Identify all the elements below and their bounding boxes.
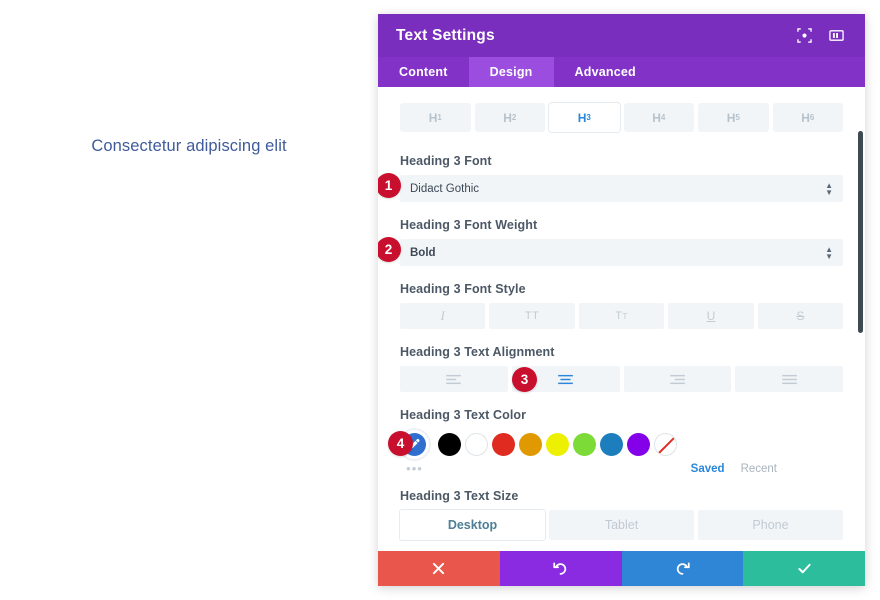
cancel-button[interactable]	[378, 551, 500, 586]
heading-level-h4-sub: 4	[660, 113, 666, 122]
heading-font-weight-select[interactable]: Bold ▲ ▼	[400, 239, 843, 266]
step-badge-4: 4	[388, 431, 413, 456]
undo-button[interactable]	[499, 551, 622, 586]
panel-header: Text Settings	[378, 14, 865, 57]
device-tabs: Desktop Tablet Phone	[400, 510, 843, 540]
swatch-black[interactable]	[438, 432, 461, 456]
capitalize-glyph: TT	[615, 310, 628, 322]
step-badge-2: 2	[378, 237, 401, 262]
heading-level-h5[interactable]: H5	[698, 103, 769, 132]
heading-level-h4[interactable]: H4	[623, 103, 694, 132]
underline-glyph: U	[706, 309, 716, 323]
heading-font-label: Heading 3 Font	[400, 154, 492, 168]
italic-icon[interactable]: I	[400, 303, 486, 329]
swatch-orange[interactable]	[519, 432, 542, 456]
check-icon	[797, 563, 811, 574]
tab-design[interactable]: Design	[468, 57, 554, 87]
heading-level-h1-sub: 1	[437, 113, 442, 122]
field-heading-font-style: Heading 3 Font Style I TT TT U S	[400, 282, 844, 329]
undo-icon	[553, 562, 567, 575]
field-heading-text-size: Heading 3 Text Size Desktop Tablet Phone…	[400, 489, 843, 551]
swatch-yellow[interactable]	[546, 432, 569, 456]
chevron-updown-icon: ▲ ▼	[825, 244, 833, 261]
field-heading-text-color: Heading 3 Text Color 4 ••• Saved Recent	[388, 408, 843, 477]
font-style-options: I TT TT U S	[400, 303, 844, 329]
underline-icon[interactable]: U	[668, 303, 754, 329]
align-left-icon[interactable]	[400, 366, 508, 392]
panel-action-bar	[378, 551, 865, 586]
recent-colors-tab[interactable]: Recent	[741, 463, 777, 475]
heading-level-h6-sub: 6	[809, 113, 815, 122]
heading-level-h2[interactable]: H2	[474, 103, 545, 132]
scrollbar-thumb[interactable]	[858, 131, 863, 333]
field-heading-font-weight: Heading 3 Font Weight 2 Bold ▲ ▼	[378, 218, 843, 266]
heading-level-h4-label: H	[652, 110, 661, 125]
heading-level-h6-label: H	[801, 110, 810, 125]
uppercase-glyph: TT	[524, 310, 540, 322]
text-settings-panel: Text Settings Content Design Advanced H …	[378, 14, 865, 586]
page-canvas: Consectetur adipiscing elit	[0, 0, 378, 600]
heading-level-h3-sub: 3	[586, 113, 591, 122]
chevron-updown-icon: ▲ ▼	[825, 180, 833, 197]
heading-level-h1[interactable]: H1	[400, 103, 471, 132]
swatch-purple[interactable]	[627, 432, 650, 456]
heading-level-selector: H1 H2 H3 H4 H5 H6	[400, 103, 843, 132]
tab-content[interactable]: Content	[378, 57, 469, 87]
heading-level-h2-label: H	[503, 110, 512, 125]
device-tab-tablet[interactable]: Tablet	[549, 510, 694, 540]
uppercase-icon[interactable]: TT	[489, 303, 575, 329]
step-badge-3: 3	[512, 367, 537, 392]
close-icon	[433, 562, 445, 575]
swatch-red[interactable]	[492, 432, 515, 456]
panel-body: H1 H2 H3 H4 H5 H6 Heading 3 Font 1 Didac…	[378, 87, 865, 551]
swatch-white[interactable]	[465, 432, 488, 456]
heading-level-h2-sub: 2	[511, 113, 517, 122]
heading-font-weight-value: Bold	[410, 246, 436, 259]
heading-text-size-label: Heading 3 Text Size	[400, 489, 519, 503]
heading-level-h1-label: H	[428, 110, 438, 125]
heading-font-select[interactable]: Didact Gothic ▲ ▼	[400, 175, 843, 202]
canvas-heading-text[interactable]: Consectetur adipiscing elit	[0, 137, 378, 156]
field-heading-font: Heading 3 Font 1 Didact Gothic ▲ ▼	[378, 154, 843, 202]
heading-font-style-label: Heading 3 Font Style	[400, 282, 526, 296]
device-tab-phone[interactable]: Phone	[698, 510, 843, 540]
swatch-green[interactable]	[573, 432, 596, 456]
panel-tabbar: Content Design Advanced	[378, 57, 865, 87]
more-colors-button[interactable]: •••	[400, 462, 429, 475]
text-alignment-options	[400, 366, 843, 392]
panel-title: Text Settings	[396, 26, 495, 44]
italic-glyph: I	[440, 308, 445, 323]
heading-level-h5-sub: 5	[735, 113, 740, 122]
focus-icon[interactable]	[793, 25, 815, 47]
strikethrough-glyph: S	[796, 309, 805, 323]
layout-icon[interactable]	[825, 25, 847, 47]
capitalize-icon[interactable]: TT	[578, 303, 665, 329]
step-badge-1: 1	[378, 173, 401, 198]
swatch-blue[interactable]	[600, 432, 623, 456]
device-tab-desktop[interactable]: Desktop	[400, 510, 545, 540]
heading-text-color-label: Heading 3 Text Color	[400, 408, 527, 422]
heading-level-h3-label: H	[577, 110, 587, 125]
heading-level-h3[interactable]: H3	[549, 103, 620, 132]
field-heading-text-alignment: Heading 3 Text Alignment 3	[400, 345, 843, 392]
redo-button[interactable]	[621, 551, 744, 586]
color-source-tabs: Saved Recent	[691, 463, 843, 475]
heading-font-value: Didact Gothic	[410, 182, 480, 195]
heading-text-alignment-label: Heading 3 Text Alignment	[400, 345, 555, 359]
color-swatch-row	[400, 429, 843, 459]
panel-scrollbar[interactable]	[857, 87, 863, 551]
heading-level-h5-label: H	[726, 110, 736, 125]
color-meta-row: ••• Saved Recent	[400, 461, 843, 477]
heading-font-weight-label: Heading 3 Font Weight	[400, 218, 538, 232]
swatch-transparent[interactable]	[654, 432, 677, 456]
saved-colors-tab[interactable]: Saved	[691, 463, 725, 475]
redo-icon	[676, 562, 690, 575]
tab-advanced[interactable]: Advanced	[554, 57, 657, 87]
strikethrough-icon[interactable]: S	[757, 303, 844, 329]
heading-level-h6[interactable]: H6	[772, 103, 843, 132]
align-right-icon[interactable]	[623, 366, 732, 392]
align-justify-icon[interactable]	[735, 366, 843, 392]
save-button[interactable]	[743, 551, 865, 586]
